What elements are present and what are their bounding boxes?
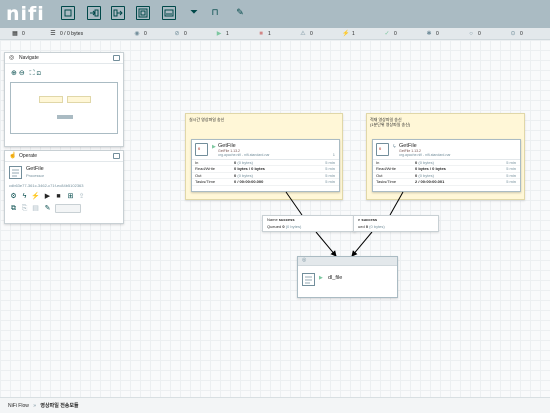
- breadcrumb: NiFi Flow » 영상파일 전송모듈: [0, 397, 550, 413]
- status-bar: ▦ 0 ☰ 0 / 0 bytes ◉ 0 ⊘ 0 ▶ 1 ■ 1 ⚠ 0 ⚡ 1 ✓ 0 ✱ 0 …: [0, 28, 550, 40]
- stopped-icon: ■: [259, 31, 263, 37]
- remote-process-group-icon[interactable]: [162, 6, 176, 20]
- transmitting-icon: ◉: [134, 31, 140, 37]
- flow-canvas[interactable]: ◎ Navigate ⊕ ⊖ ⛶ ⊡ ☝ Operate GetFile Pro…: [0, 40, 550, 397]
- input-port-icon[interactable]: [87, 6, 101, 20]
- running-icon: ▶: [319, 275, 323, 281]
- nifi-logo: nifi: [6, 3, 45, 25]
- status-running: ▶ 1: [216, 31, 229, 37]
- transmission-icon: ◎: [302, 257, 307, 263]
- status-stopped: ■ 1: [259, 31, 271, 37]
- breadcrumb-root[interactable]: NiFi Flow: [8, 403, 29, 409]
- connection-label[interactable]: Name success Queued 0 (0 bytes): [262, 215, 356, 232]
- connection-label[interactable]: e success ued 0 (0 bytes): [353, 215, 439, 232]
- connection-line[interactable]: [315, 231, 337, 257]
- funnel-icon[interactable]: ⏷: [188, 8, 200, 18]
- status-disabled: ⚡ 1: [342, 31, 355, 37]
- breadcrumb-separator: »: [33, 403, 37, 409]
- status-locally-modified: ✱ 0: [426, 31, 439, 37]
- connection-name-row: Name success: [267, 217, 295, 222]
- process-group-icon[interactable]: [136, 6, 150, 20]
- status-cluster: ▦ 0: [12, 31, 25, 37]
- cluster-icon: ▦: [12, 31, 18, 37]
- processor-icon[interactable]: [61, 6, 75, 20]
- status-invalid: ⚠ 0: [300, 31, 313, 37]
- component-name: dl_file: [328, 275, 343, 281]
- connection-line[interactable]: [351, 231, 373, 257]
- disabled-icon: ⚡: [342, 31, 350, 37]
- connection-name-row: e success: [358, 217, 378, 222]
- running-icon: ▶: [216, 31, 222, 37]
- status-sync-failure: ⊙ 0: [510, 31, 523, 37]
- not-transmitting-icon: ⊘: [174, 31, 180, 37]
- output-port-icon: [302, 273, 315, 286]
- status-stale: ○ 0: [469, 31, 481, 37]
- connection-queued-row: Queued 0 (0 bytes): [267, 224, 302, 229]
- status-queue: ☰ 0 / 0 bytes: [50, 31, 84, 37]
- status-up-to-date: ✓ 0: [384, 31, 397, 37]
- stale-icon: ○: [469, 31, 473, 37]
- connection-line[interactable]: [389, 191, 404, 216]
- sync-failure-icon: ⊙: [510, 31, 516, 37]
- breadcrumb-current[interactable]: 영상파일 전송모듈: [40, 403, 78, 409]
- queue-icon: ☰: [50, 31, 56, 37]
- status-not-transmitting: ⊘ 0: [174, 31, 187, 37]
- top-toolbar: nifi ⏷ ⊓ ✎: [0, 0, 550, 28]
- connection-queued-row: ued 0 (0 bytes): [358, 224, 385, 229]
- output-component[interactable]: ◎ ▶ dl_file: [297, 256, 398, 298]
- connection-line[interactable]: [285, 191, 303, 216]
- component-header: ◎: [298, 257, 397, 266]
- output-port-icon[interactable]: [111, 6, 125, 20]
- up-to-date-icon: ✓: [384, 31, 390, 37]
- status-transmitting: ◉ 0: [134, 31, 147, 37]
- locally-modified-icon: ✱: [426, 31, 432, 37]
- invalid-icon: ⚠: [300, 31, 306, 37]
- template-icon[interactable]: ⊓: [209, 8, 221, 17]
- label-icon[interactable]: ✎: [234, 8, 246, 17]
